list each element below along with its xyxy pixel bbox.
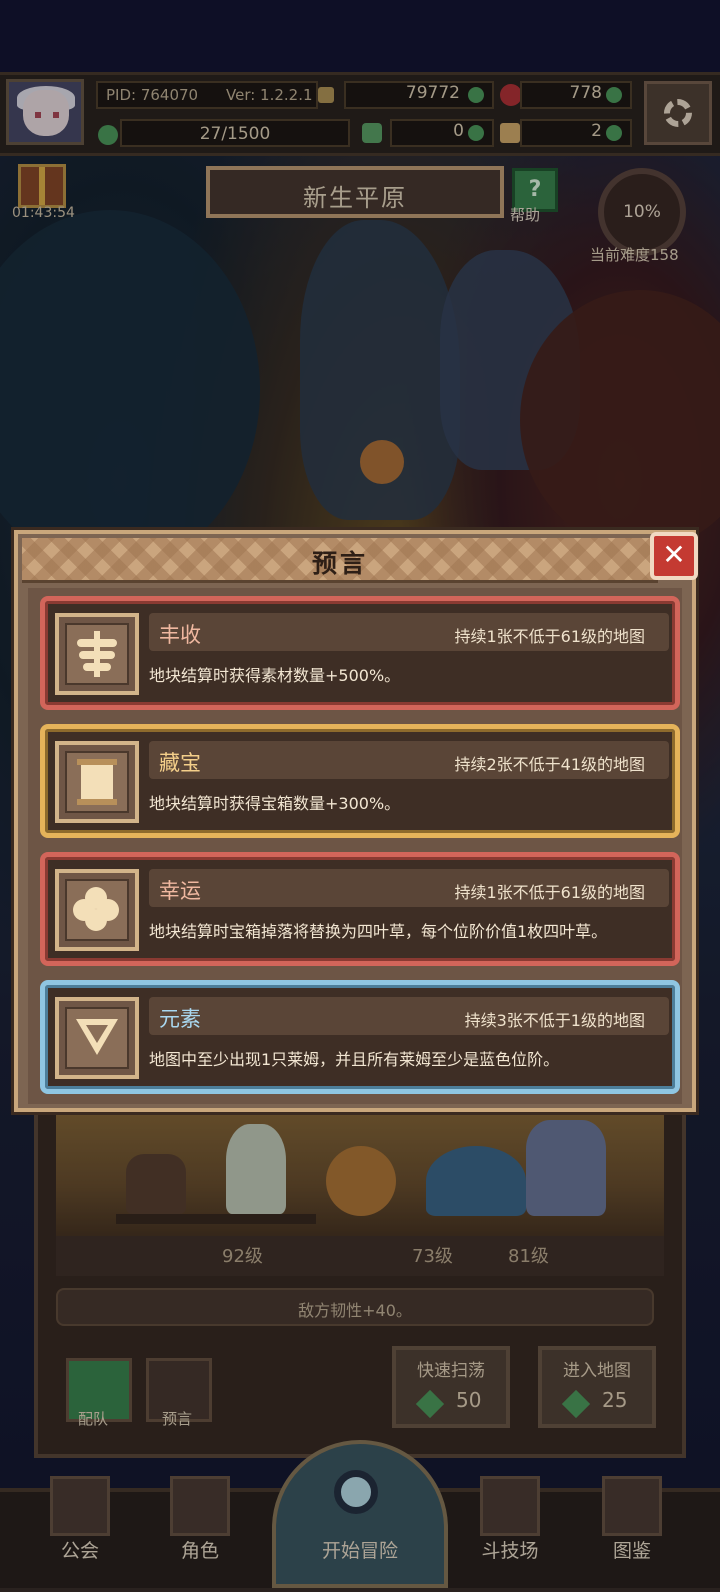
card-description: 地块结算时获得素材数量+500%。 (149, 666, 401, 685)
card-condition: 持续2张不低于41级的地图 (454, 755, 645, 774)
prophecy-card-treasure[interactable]: 藏宝 持续2张不低于41级的地图 地块结算时获得宝箱数量+300%。 (40, 724, 680, 838)
card-condition: 持续1张不低于61级的地图 (454, 627, 645, 646)
card-description: 地块结算时获得宝箱数量+300%。 (149, 794, 401, 813)
close-icon: ✕ (662, 538, 686, 571)
card-name: 丰收 (159, 623, 201, 647)
card-icon-frame (55, 869, 139, 951)
card-name: 藏宝 (159, 751, 201, 775)
wheat-icon (65, 623, 129, 685)
card-icon-frame (55, 741, 139, 823)
card-icon-frame (55, 613, 139, 695)
card-description: 地块结算时宝箱掉落将替换为四叶草，每个位阶价值1枚四叶草。 (149, 922, 608, 941)
card-condition: 持续1张不低于61级的地图 (454, 883, 645, 902)
prophecy-card-luck[interactable]: 幸运 持续1张不低于61级的地图 地块结算时宝箱掉落将替换为四叶草，每个位阶价值… (40, 852, 680, 966)
scroll-icon (65, 751, 129, 813)
card-description: 地图中至少出现1只莱姆，并且所有莱姆至少是蓝色位阶。 (149, 1050, 560, 1069)
prophecy-card-harvest[interactable]: 丰收 持续1张不低于61级的地图 地块结算时获得素材数量+500%。 (40, 596, 680, 710)
card-name: 元素 (159, 1007, 201, 1031)
card-condition: 持续3张不低于1级的地图 (464, 1011, 645, 1030)
card-name: 幸运 (159, 879, 201, 903)
prophecy-card-element[interactable]: 元素 持续3张不低于1级的地图 地图中至少出现1只莱姆，并且所有莱姆至少是蓝色位… (40, 980, 680, 1094)
modal-title: 预言 (311, 549, 368, 578)
element-triangle-icon (65, 1007, 129, 1069)
close-button[interactable]: ✕ (650, 532, 698, 580)
card-icon-frame (55, 997, 139, 1079)
clover-icon (65, 879, 129, 941)
modal-title-bar: 预言 (22, 538, 658, 583)
prophecy-modal: 预言 ✕ 丰收 持续1张不低于61级的地图 地块结算时获得素材数量+500%。 (14, 530, 698, 1112)
